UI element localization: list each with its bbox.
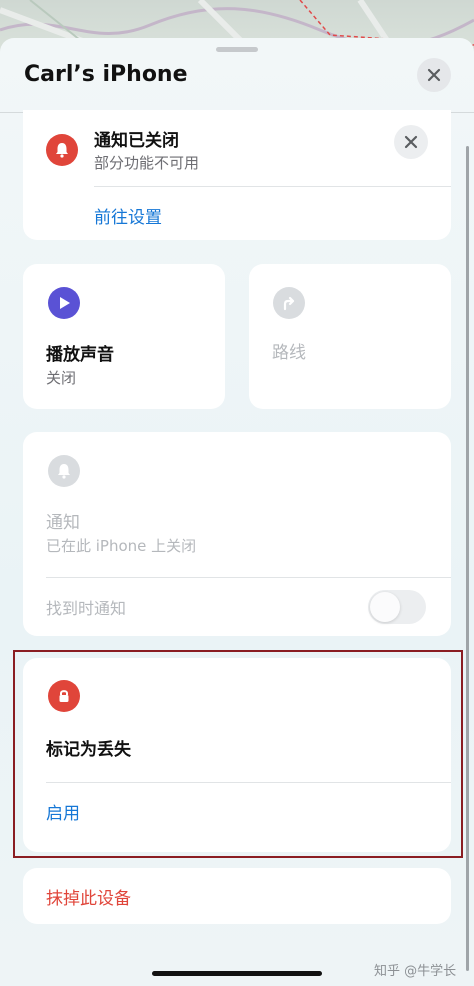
- close-icon: [427, 68, 441, 82]
- device-title: Carl’s iPhone: [24, 62, 188, 87]
- erase-device-card[interactable]: 抹掉此设备: [23, 868, 451, 924]
- home-indicator[interactable]: [152, 971, 322, 976]
- toggle-knob: [370, 592, 400, 622]
- notification-off-subtitle: 部分功能不可用: [94, 154, 200, 172]
- notifications-divider: [46, 577, 451, 578]
- scrollbar[interactable]: [466, 146, 469, 971]
- bell-icon: [46, 134, 78, 166]
- bell-icon: [48, 455, 80, 487]
- notification-off-card: 通知已关闭 部分功能不可用 前往设置: [23, 110, 451, 240]
- notify-when-found-label: 找到时通知: [46, 599, 127, 618]
- device-sheet: Carl’s iPhone 通知已关闭 部分功能不可用 前往设置 播放声音 关闭: [0, 38, 474, 986]
- play-sound-card[interactable]: 播放声音 关闭: [23, 264, 225, 409]
- close-icon: [404, 135, 418, 149]
- notifications-subtitle: 已在此 iPhone 上关闭: [46, 537, 197, 555]
- notifications-title: 通知: [46, 513, 80, 533]
- play-sound-title: 播放声音: [46, 345, 114, 365]
- watermark: 知乎 @牛学长: [374, 964, 457, 979]
- play-sound-status: 关闭: [46, 369, 77, 387]
- go-to-settings-link[interactable]: 前往设置: [94, 203, 162, 228]
- sheet-grabber[interactable]: [216, 47, 258, 52]
- notify-when-found-toggle[interactable]: [368, 590, 426, 624]
- erase-device-label: 抹掉此设备: [46, 889, 131, 909]
- play-icon: [48, 287, 80, 319]
- annotation-highlight-box: [13, 650, 463, 858]
- banner-divider: [94, 186, 451, 187]
- close-sheet-button[interactable]: [417, 58, 451, 92]
- turn-arrow-icon: [273, 287, 305, 319]
- dismiss-banner-button[interactable]: [394, 125, 428, 159]
- notification-off-title: 通知已关闭: [94, 131, 179, 151]
- notifications-card: 通知 已在此 iPhone 上关闭 找到时通知: [23, 432, 451, 636]
- directions-card[interactable]: 路线: [249, 264, 451, 409]
- directions-title: 路线: [272, 343, 306, 363]
